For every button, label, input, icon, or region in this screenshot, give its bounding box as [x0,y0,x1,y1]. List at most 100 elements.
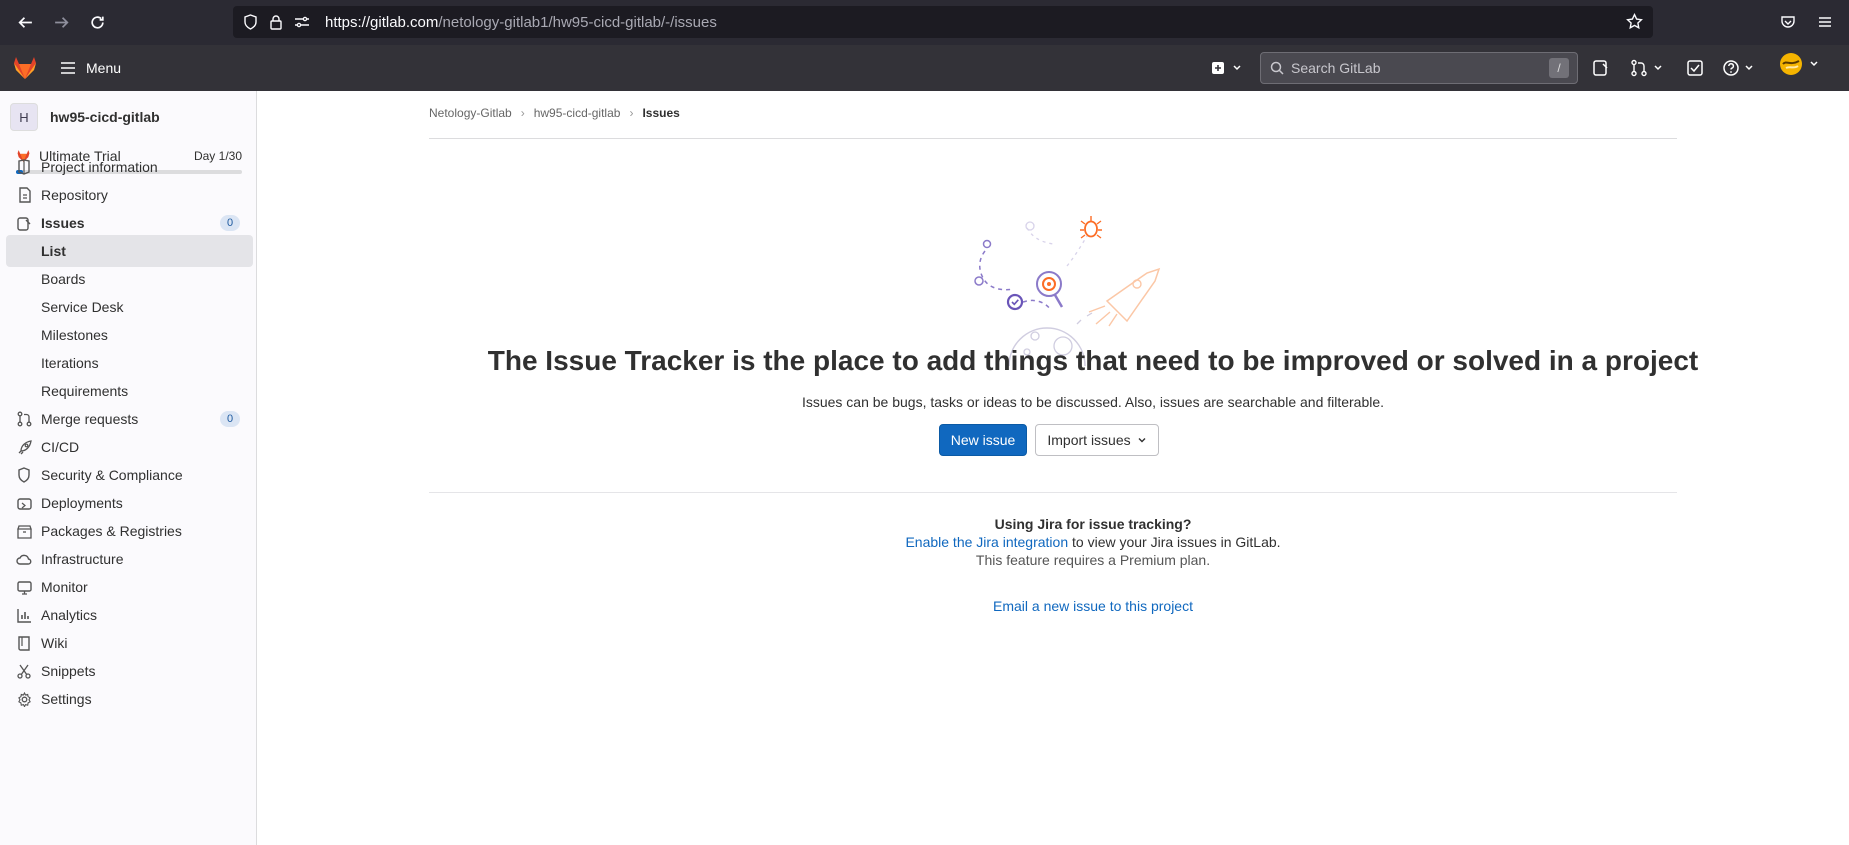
search-icon [1270,61,1284,75]
sidebar-item-label: Analytics [41,607,98,623]
breadcrumb-group-link[interactable]: Netology-Gitlab [429,106,512,120]
import-issues-dropdown[interactable]: Import issues [1035,424,1159,456]
issues-icon [1593,60,1608,76]
arrow-left-icon [17,16,32,28]
monitor-icon [16,579,32,595]
help-button[interactable] [1722,58,1758,78]
jira-integration-info: Using Jira for issue tracking? Enable th… [257,515,1849,569]
breadcrumb-current[interactable]: Issues [642,106,679,120]
app-menu-button[interactable] [1811,8,1839,36]
issues-count-badge: 0 [220,215,240,231]
gitlab-logo-icon[interactable] [12,55,38,81]
pocket-button[interactable] [1774,8,1802,36]
deployments-icon [16,495,32,511]
breadcrumb-project-link[interactable]: hw95-cicd-gitlab [534,106,621,120]
url-bar[interactable]: https://gitlab.com/netology-gitlab1/hw95… [233,6,1653,38]
sidebar-item-label: List [41,243,66,259]
divider [429,492,1677,493]
menu-label: Menu [86,60,122,76]
new-issue-label: New issue [950,432,1016,448]
merge-request-icon [1631,59,1662,77]
gear-icon [16,691,32,707]
jira-heading: Using Jira for issue tracking? [994,516,1192,532]
shield-icon [241,13,259,31]
email-new-issue-link[interactable]: Email a new issue to this project [257,598,1849,614]
arrow-right-icon [54,16,69,28]
hamburger-icon [1819,17,1831,27]
merge-requests-count-badge: 0 [220,411,240,427]
empty-state-title: The Issue Tracker is the place to add th… [487,345,1699,376]
sidebar-item-label: Iterations [41,355,99,371]
chevron-right-icon: › [629,106,634,120]
search-shortcut-badge: / [1549,58,1569,78]
url-host: https://gitlab.com [325,13,439,31]
user-menu-button[interactable] [1778,53,1824,75]
merge-request-icon [16,411,32,427]
sidebar-item-settings[interactable]: Settings [6,683,253,715]
reload-button[interactable] [82,7,112,37]
empty-state-illustration [974,216,1161,366]
project-sidebar: H hw95-cicd-gitlab Ultimate Trial Day 1/… [0,91,257,845]
cloud-icon [16,551,32,567]
search-placeholder: Search GitLab [1291,60,1381,76]
sidebar-item-label: Infrastructure [41,551,124,567]
sidebar-item-label: CI/CD [41,439,80,455]
sidebar-item-label: Packages & Registries [41,523,182,539]
breadcrumb: Netology-Gitlab › hw95-cicd-gitlab › Iss… [429,106,680,120]
main-content: Netology-Gitlab › hw95-cicd-gitlab › Iss… [257,91,1849,845]
package-icon [16,523,32,539]
jira-description: to view your Jira issues in GitLab. [1068,534,1281,550]
rocket-icon [16,439,32,455]
premium-plan-note: This feature requires a Premium plan. [975,552,1211,568]
email-new-issue-label[interactable]: Email a new issue to this project [993,598,1193,614]
pocket-icon [1781,16,1795,28]
browser-toolbar: https://gitlab.com/netology-gitlab1/hw95… [0,0,1849,45]
sidebar-item-label: Security & Compliance [41,467,183,483]
enable-jira-integration-link[interactable]: Enable the Jira integration [905,534,1068,550]
sidebar-item-label: Boards [41,271,86,287]
sidebar-item-label: Merge requests [41,411,139,427]
scissors-icon [16,663,32,679]
bookmark-star-icon[interactable] [1626,12,1643,34]
project-info-icon [16,159,32,175]
gitlab-header: Menu Search GitLab / [0,45,1849,91]
plus-square-icon [1212,62,1241,74]
project-avatar: H [10,103,38,131]
sidebar-item-label: Repository [41,187,108,203]
reload-icon [90,15,104,29]
sidebar-item-label: Settings [41,691,92,707]
todos-button[interactable] [1686,58,1704,78]
sidebar-item-label: Deployments [41,495,123,511]
new-issue-button[interactable]: New issue [939,424,1027,456]
sidebar-item-label: Wiki [41,635,68,651]
forward-button[interactable] [46,7,76,37]
divider [429,138,1677,139]
back-button[interactable] [10,7,40,37]
url-text: https://gitlab.com/netology-gitlab1/hw95… [325,14,717,31]
book-icon [16,635,32,651]
chart-icon [16,607,32,623]
sidebar-item-label: Milestones [41,327,108,343]
chevron-right-icon: › [520,106,525,120]
url-path: /netology-gitlab1/hw95-cicd-gitlab/-/iss… [438,13,717,31]
avatar [1780,53,1818,75]
issues-shortcut-button[interactable] [1592,58,1610,78]
lock-icon [267,13,285,31]
menu-button[interactable]: Menu [60,56,121,80]
sidebar-item-label: Project information [41,159,158,175]
issues-icon [16,215,32,231]
sidebar-item-label: Issues [41,215,85,231]
todo-check-icon [1687,60,1703,76]
empty-state-description: Issues can be bugs, tasks or ideas to be… [801,394,1385,410]
sidebar-item-label: Snippets [41,663,96,679]
create-new-button[interactable] [1210,58,1244,78]
sidebar-item-label: Service Desk [41,299,124,315]
sidebar-item-label: Requirements [41,383,129,399]
search-input[interactable]: Search GitLab / [1260,52,1578,84]
permissions-icon [293,13,311,31]
import-issues-label: Import issues [1047,432,1131,448]
hamburger-icon [61,62,75,74]
question-icon [1723,60,1753,76]
merge-requests-shortcut-button[interactable] [1630,58,1666,78]
project-header[interactable]: H hw95-cicd-gitlab [10,103,160,131]
